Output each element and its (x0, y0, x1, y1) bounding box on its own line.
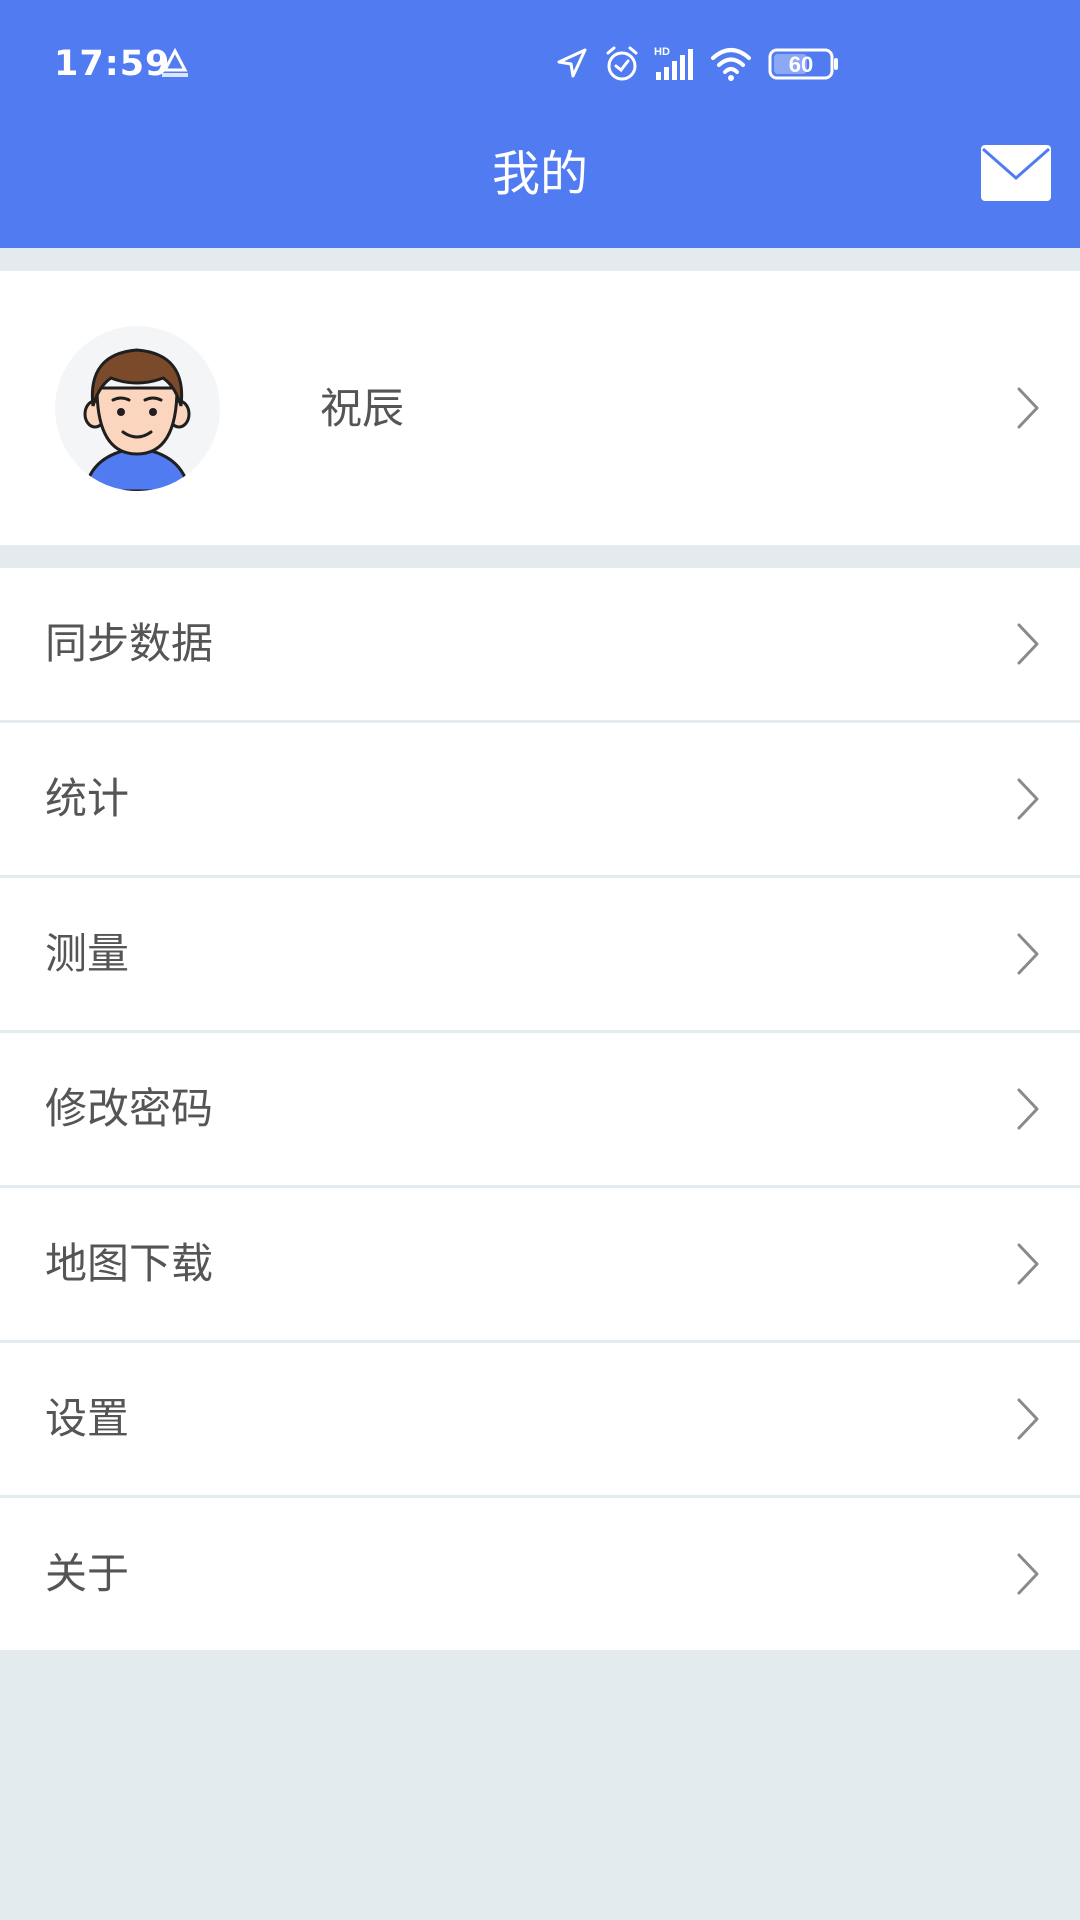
chevron-right-icon (1017, 387, 1039, 429)
menu-item-label: 同步数据 (45, 619, 214, 668)
svg-text:HD: HD (654, 46, 670, 58)
menu-item-map-download[interactable]: 地图下载 (0, 1188, 1080, 1340)
user-name: 祝辰 (320, 384, 405, 433)
mail-button[interactable] (980, 144, 1052, 202)
menu-item-settings[interactable]: 设置 (0, 1343, 1080, 1495)
menu-item-label: 测量 (45, 929, 130, 978)
menu-item-label: 关于 (45, 1549, 130, 1598)
header-background: 17:59 HD 60 我的 (0, 0, 1080, 248)
profile-card[interactable]: 祝辰 (0, 271, 1080, 545)
mail-icon (981, 145, 1051, 201)
my-page-screen: 17:59 HD 60 我的 祝辰 同步数据 统计 测量 修改密码 地图下载 设… (0, 0, 1080, 1920)
chevron-right-icon (1017, 1088, 1039, 1130)
menu-list: 同步数据 统计 测量 修改密码 地图下载 设置 关于 (0, 568, 1080, 1650)
menu-item-label: 地图下载 (45, 1239, 214, 1288)
chevron-right-icon (1017, 1398, 1039, 1440)
menu-item-about[interactable]: 关于 (0, 1498, 1080, 1650)
menu-item-sync-data[interactable]: 同步数据 (0, 568, 1080, 720)
status-time: 17:59 (54, 44, 171, 84)
chevron-right-icon (1017, 1553, 1039, 1595)
patrol-logo-icon (162, 48, 188, 77)
alarm-clock-icon (606, 46, 638, 81)
menu-item-change-password[interactable]: 修改密码 (0, 1033, 1080, 1185)
location-arrow-icon (557, 48, 587, 78)
chevron-right-icon (1017, 933, 1039, 975)
chevron-right-icon (1017, 778, 1039, 820)
menu-item-statistics[interactable]: 统计 (0, 723, 1080, 875)
status-icons: HD 60 (556, 44, 842, 84)
menu-item-label: 统计 (45, 774, 130, 823)
avatar-icon (83, 348, 191, 491)
status-bar: 17:59 HD 60 (0, 0, 1080, 128)
wifi-icon (711, 48, 751, 81)
battery-icon: 60 (768, 48, 838, 80)
page-title: 我的 (491, 146, 588, 202)
title-bar: 我的 (0, 128, 1080, 248)
chevron-right-icon (1017, 623, 1039, 665)
battery-level: 60 (789, 52, 813, 77)
menu-item-label: 设置 (45, 1394, 130, 1443)
chevron-right-icon (1017, 1243, 1039, 1285)
hd-signal-icon: HD (654, 46, 693, 80)
menu-item-measure[interactable]: 测量 (0, 878, 1080, 1030)
avatar (55, 326, 220, 491)
menu-item-label: 修改密码 (45, 1084, 214, 1133)
